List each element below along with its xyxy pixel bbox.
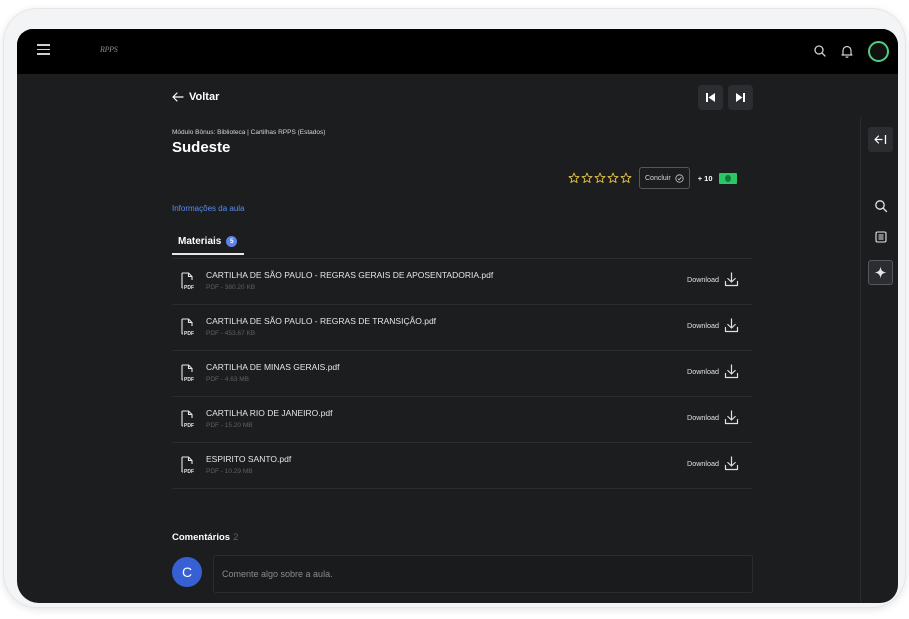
svg-text:PDF: PDF — [184, 469, 194, 475]
comments-count: 2 — [233, 532, 239, 543]
file-row: PDF CARTILHA DE SÃO PAULO - REGRAS GERAI… — [172, 259, 752, 305]
download-label: Download — [687, 459, 719, 468]
skip-previous-icon — [706, 93, 715, 102]
file-meta: PDF - 15.20 MB — [206, 422, 253, 429]
complete-label: Concluir — [645, 174, 671, 182]
bell-icon[interactable] — [839, 43, 855, 59]
arrow-left-icon — [172, 92, 184, 102]
file-name: CARTILHA RIO DE JANEIRO.pdf — [206, 408, 333, 418]
star-icon[interactable] — [581, 172, 593, 184]
download-icon — [724, 456, 739, 471]
pdf-file-icon: PDF — [181, 364, 194, 383]
complete-lesson-button[interactable]: Concluir — [639, 167, 690, 189]
file-row: PDF CARTILHA DE MINAS GERAIS.pdf PDF - 4… — [172, 351, 752, 397]
svg-text:PDF: PDF — [184, 285, 194, 291]
breadcrumb: Módulo Bônus: Biblioteca | Cartilhas RPP… — [172, 129, 326, 136]
user-avatar[interactable] — [868, 41, 889, 62]
materials-count-badge: 5 — [226, 235, 238, 247]
money-icon — [718, 172, 737, 184]
tablet-frame: RPPS Voltar Módulo Bônus: Biblioteca | C… — [3, 8, 906, 608]
sidebar-ai-button[interactable] — [868, 260, 893, 285]
file-meta: PDF - 453.67 KB — [206, 330, 256, 337]
comment-input[interactable] — [213, 555, 753, 593]
hamburger-icon[interactable] — [37, 44, 50, 55]
pdf-file-icon: PDF — [181, 272, 194, 291]
lesson-content: Voltar Módulo Bônus: Biblioteca | Cartil… — [17, 74, 860, 603]
file-name: CARTILHA DE SÃO PAULO - REGRAS GERAIS DE… — [206, 270, 494, 280]
file-row: PDF CARTILHA DE SÃO PAULO - REGRAS DE TR… — [172, 305, 752, 351]
download-label: Download — [687, 367, 719, 376]
download-icon — [724, 410, 739, 425]
materials-list: PDF CARTILHA DE SÃO PAULO - REGRAS GERAI… — [172, 259, 752, 489]
pdf-file-icon: PDF — [181, 410, 194, 429]
download-label: Download — [687, 413, 719, 422]
commenter-avatar: C — [172, 557, 202, 587]
search-icon[interactable] — [812, 43, 828, 59]
check-circle-icon — [675, 173, 684, 183]
app-screen: RPPS Voltar Módulo Bônus: Biblioteca | C… — [17, 29, 898, 603]
sparkle-icon — [874, 266, 887, 279]
right-sidebar — [860, 117, 898, 603]
file-meta: PDF - 380.20 KB — [206, 284, 256, 291]
tab-materials-label: Materiais — [178, 235, 222, 247]
pdf-file-icon: PDF — [181, 456, 194, 475]
download-label: Download — [687, 321, 719, 330]
file-row: PDF ESPIRITO SANTO.pdf PDF - 10.29 MB Do… — [172, 443, 752, 489]
svg-text:PDF: PDF — [184, 377, 194, 383]
lesson-actions: Concluir + 10 — [568, 167, 737, 189]
skip-next-icon — [736, 93, 745, 102]
comments-title: Comentários — [172, 532, 231, 543]
download-label: Download — [687, 275, 719, 284]
download-icon — [724, 272, 739, 287]
pdf-file-icon: PDF — [181, 318, 194, 337]
file-meta: PDF - 4.63 MB — [206, 376, 249, 383]
back-button[interactable]: Voltar — [172, 91, 219, 103]
xp-reward: + 10 — [697, 173, 713, 183]
collapse-sidebar-button[interactable] — [868, 127, 893, 152]
page-title: Sudeste — [172, 139, 231, 156]
svg-text:PDF: PDF — [184, 423, 194, 429]
star-icon[interactable] — [568, 172, 580, 184]
download-button[interactable]: Download — [687, 318, 739, 333]
file-row: PDF CARTILHA RIO DE JANEIRO.pdf PDF - 15… — [172, 397, 752, 443]
download-button[interactable]: Download — [687, 456, 739, 471]
star-icon[interactable] — [620, 172, 632, 184]
app-logo[interactable]: RPPS — [100, 45, 118, 54]
lesson-info-link[interactable]: Informações da aula — [172, 204, 245, 213]
star-icon[interactable] — [594, 172, 606, 184]
back-label: Voltar — [189, 91, 220, 103]
rating-stars — [568, 172, 632, 184]
file-name: ESPIRITO SANTO.pdf — [206, 454, 292, 464]
file-meta: PDF - 10.29 MB — [206, 468, 253, 475]
sidebar-search-button[interactable] — [868, 193, 893, 218]
comments-heading: Comentários 2 — [172, 532, 238, 543]
previous-lesson-button[interactable] — [698, 85, 723, 110]
next-lesson-button[interactable] — [728, 85, 753, 110]
download-button[interactable]: Download — [687, 410, 739, 425]
file-name: CARTILHA DE SÃO PAULO - REGRAS DE TRANSI… — [206, 316, 437, 326]
download-icon — [724, 364, 739, 379]
tab-materials[interactable]: Materiais 5 — [172, 229, 244, 255]
notes-icon — [874, 230, 887, 243]
sidebar-notes-button[interactable] — [868, 224, 893, 249]
download-button[interactable]: Download — [687, 364, 739, 379]
file-name: CARTILHA DE MINAS GERAIS.pdf — [206, 362, 340, 372]
svg-text:PDF: PDF — [184, 331, 194, 337]
top-bar: RPPS — [17, 29, 898, 74]
collapse-left-icon — [874, 135, 887, 144]
search-icon — [874, 199, 887, 212]
download-icon — [724, 318, 739, 333]
download-button[interactable]: Download — [687, 272, 739, 287]
star-icon[interactable] — [607, 172, 619, 184]
